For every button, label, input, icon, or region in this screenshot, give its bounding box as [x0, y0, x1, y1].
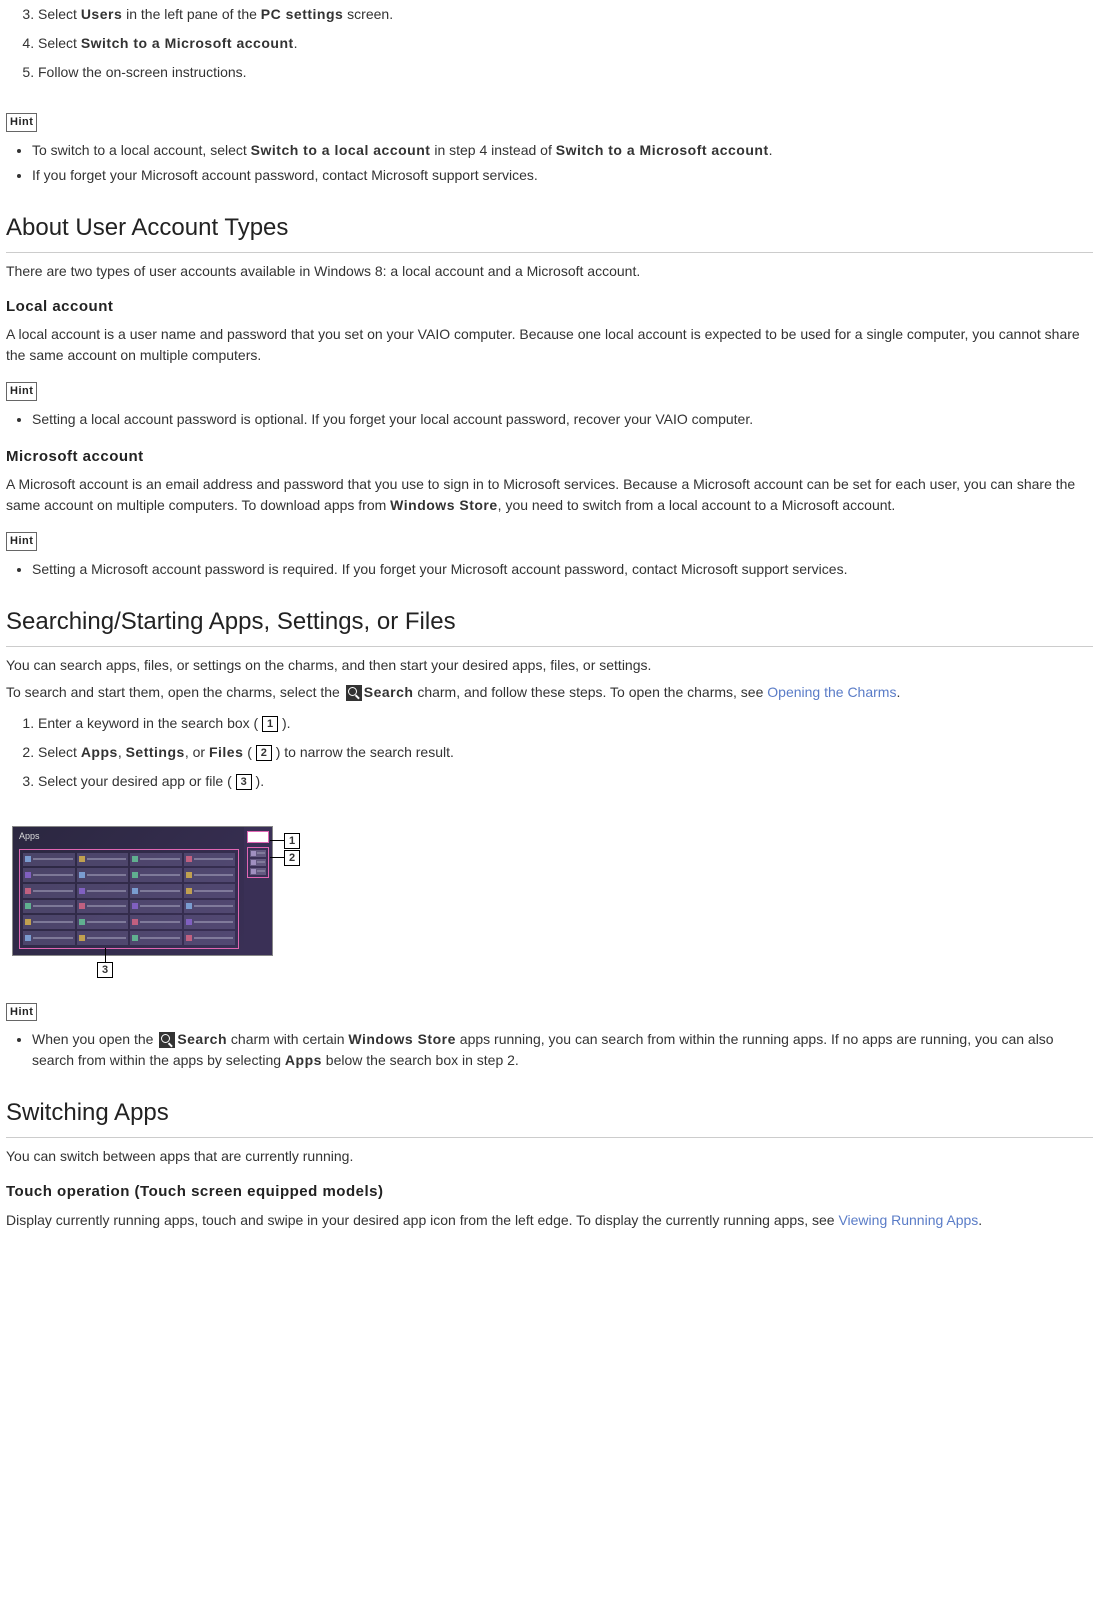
step-5: Follow the on-screen instructions. — [38, 58, 1093, 87]
callout-3-icon: 3 — [236, 774, 252, 790]
step-b2: Select Apps, Settings, or Files ( 2 ) to… — [38, 738, 1093, 767]
step-4: Select Switch to a Microsoft account. — [38, 29, 1093, 58]
steps-list-b: Enter a keyword in the search box ( 1 ).… — [6, 709, 1093, 796]
search-figure: Apps — [6, 826, 306, 981]
search-icon — [159, 1032, 175, 1048]
about-intro: There are two types of user accounts ava… — [6, 261, 1093, 282]
figure-search-box — [247, 831, 269, 843]
search-icon — [346, 685, 362, 701]
figure-main-panel: Apps — [12, 826, 246, 956]
callout-3-icon: 3 — [97, 962, 113, 978]
figure-callout-2: 2 — [270, 850, 300, 866]
figure-side-panel — [244, 826, 273, 956]
hint-search-item-1: When you open the Search charm with cert… — [32, 1027, 1093, 1073]
touch-desc: Display currently running apps, touch an… — [6, 1210, 1093, 1231]
hint-label: Hint — [6, 382, 37, 401]
heading-searching-starting: Searching/Starting Apps, Settings, or Fi… — [6, 604, 1093, 647]
hint-list-a: To switch to a local account, select Swi… — [6, 138, 1093, 188]
steps-list-a: Select Users in the left pane of the PC … — [6, 0, 1093, 87]
switch-intro: You can switch between apps that are cur… — [6, 1146, 1093, 1167]
link-viewing-running-apps[interactable]: Viewing Running Apps — [838, 1212, 978, 1228]
step-b1: Enter a keyword in the search box ( 1 ). — [38, 709, 1093, 738]
step-b3: Select your desired app or file ( 3 ). — [38, 767, 1093, 796]
search-intro-2: To search and start them, open the charm… — [6, 682, 1093, 703]
heading-switching-apps: Switching Apps — [6, 1095, 1093, 1138]
hint-list-search: When you open the Search charm with cert… — [6, 1027, 1093, 1073]
callout-1-icon: 1 — [262, 716, 278, 732]
figure-callout-1: 1 — [270, 833, 300, 849]
heading-microsoft-account: Microsoft account — [6, 446, 1093, 469]
heading-local-account: Local account — [6, 296, 1093, 319]
hint-a-item-1: To switch to a local account, select Swi… — [32, 138, 1093, 163]
link-opening-charms[interactable]: Opening the Charms — [767, 684, 896, 700]
hint-label: Hint — [6, 113, 37, 132]
heading-touch-operation: Touch operation (Touch screen equipped m… — [6, 1181, 1093, 1204]
hint-ms-item-1: Setting a Microsoft account password is … — [32, 557, 1093, 582]
hint-label: Hint — [6, 1003, 37, 1022]
heading-about-account-types: About User Account Types — [6, 210, 1093, 253]
figure-categories — [247, 847, 269, 878]
step-3: Select Users in the left pane of the PC … — [38, 0, 1093, 29]
hint-list-local: Setting a local account password is opti… — [6, 407, 1093, 432]
microsoft-account-desc: A Microsoft account is an email address … — [6, 474, 1093, 516]
figure-callout-3: 3 — [97, 948, 113, 978]
callout-2-icon: 2 — [256, 745, 272, 761]
hint-a-item-2: If you forget your Microsoft account pas… — [32, 163, 1093, 188]
hint-local-item-1: Setting a local account password is opti… — [32, 407, 1093, 432]
local-account-desc: A local account is a user name and passw… — [6, 324, 1093, 366]
figure-apps-grid — [19, 849, 239, 949]
callout-2-icon: 2 — [284, 850, 300, 866]
hint-label: Hint — [6, 532, 37, 551]
hint-list-ms: Setting a Microsoft account password is … — [6, 557, 1093, 582]
figure-apps-label: Apps — [13, 827, 245, 847]
callout-1-icon: 1 — [284, 833, 300, 849]
search-intro-1: You can search apps, files, or settings … — [6, 655, 1093, 676]
